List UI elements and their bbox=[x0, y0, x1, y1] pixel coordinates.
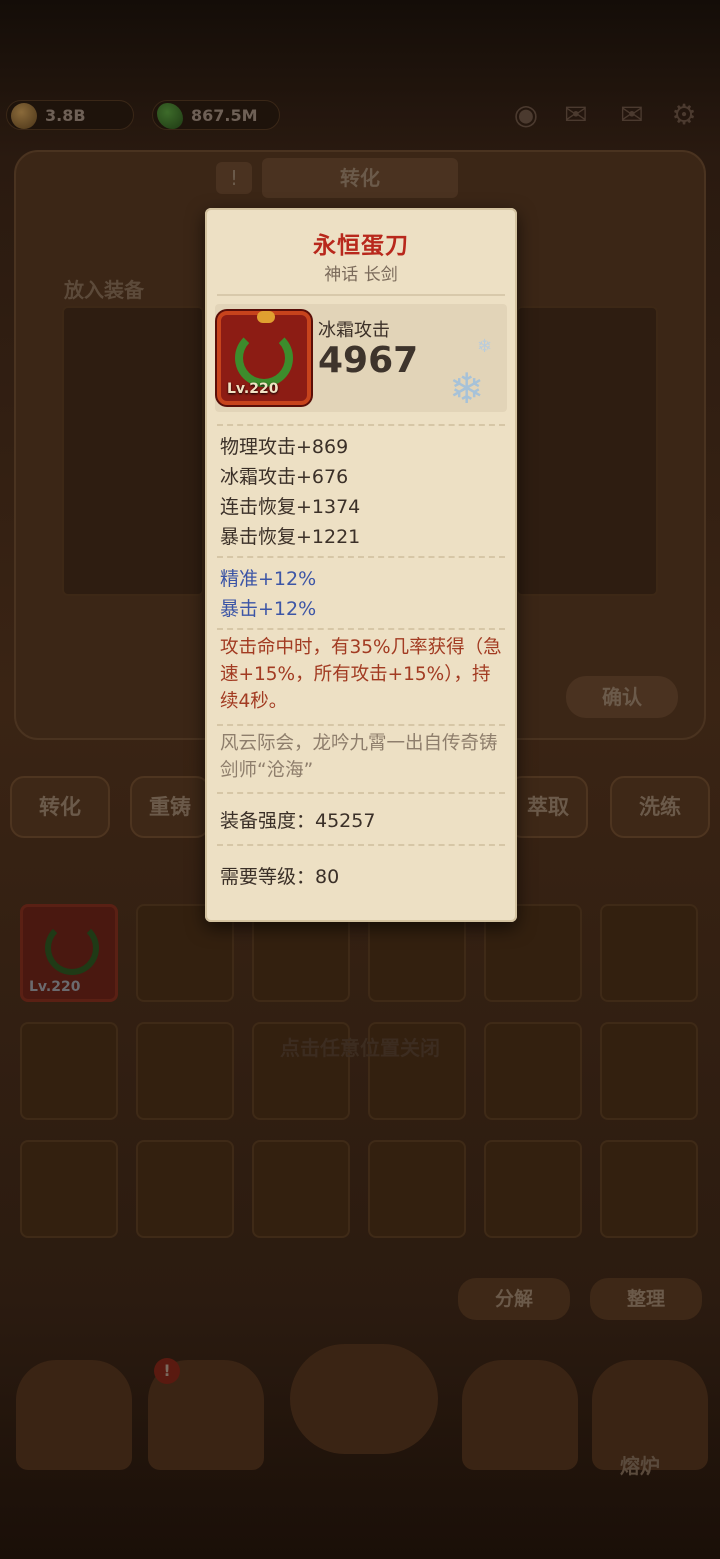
inventory-slot[interactable] bbox=[484, 1140, 582, 1238]
put-equipment-label: 放入装备 bbox=[64, 278, 144, 302]
inventory-slot[interactable] bbox=[20, 1140, 118, 1238]
gold-resource: 3.8B bbox=[6, 100, 134, 130]
snowflake-icon: ❄ bbox=[449, 364, 485, 413]
item-detail-card: 永恒蛋刀 神话 长剑 Lv.220 冰霜攻击 4967 ❄ ❄ 物理攻击+869… bbox=[205, 208, 517, 922]
sort-button[interactable]: 整理 bbox=[590, 1278, 702, 1320]
divider bbox=[217, 556, 505, 558]
stat-line: 物理攻击+869 bbox=[220, 436, 349, 458]
gear-icon[interactable]: ⚙ bbox=[666, 98, 702, 132]
refine-tab-button[interactable]: 洗练 bbox=[610, 776, 710, 838]
bottom-nav bbox=[0, 1340, 720, 1480]
alert-badge: ! bbox=[154, 1358, 180, 1384]
main-stat-name: 冰霜攻击 bbox=[318, 320, 390, 341]
item-type: 神话 长剑 bbox=[324, 265, 398, 285]
item-name: 永恒蛋刀 bbox=[313, 233, 409, 259]
sword-icon bbox=[45, 921, 99, 975]
nav-battle[interactable] bbox=[290, 1344, 438, 1454]
item-level: Lv.220 bbox=[29, 979, 81, 995]
divider bbox=[217, 424, 505, 426]
stat-line: 冰霜攻击+676 bbox=[220, 466, 349, 488]
salvage-button[interactable]: 分解 bbox=[458, 1278, 570, 1320]
inventory-slot[interactable] bbox=[600, 1140, 698, 1238]
gold-amount: 3.8B bbox=[45, 106, 86, 125]
gem-icon bbox=[257, 311, 275, 323]
convert-tab-button[interactable]: 转化 bbox=[10, 776, 110, 838]
main-stat-value: 4967 bbox=[318, 340, 419, 381]
divider bbox=[217, 628, 505, 630]
info-icon[interactable]: ! bbox=[216, 162, 252, 194]
nav-forge-label: 熔炉 bbox=[620, 1454, 660, 1478]
extract-tab-button[interactable]: 萃取 bbox=[508, 776, 588, 838]
coin-icon bbox=[11, 103, 37, 129]
bonus-stat-line: 暴击+12% bbox=[220, 598, 317, 620]
game-screen: 3.8B 867.5M ◉ ✉ ✉ ⚙ ! 转化 放入装备 确认 转化 重铸 萃… bbox=[0, 0, 720, 1559]
chat-icon[interactable]: ✉ bbox=[558, 98, 594, 132]
leaf-amount: 867.5M bbox=[191, 106, 258, 125]
equip-slot-left[interactable] bbox=[62, 306, 204, 596]
inventory-slot[interactable] bbox=[368, 1140, 466, 1238]
potion-icon[interactable]: ◉ bbox=[508, 98, 544, 132]
leaf-icon bbox=[157, 103, 183, 129]
item-level: Lv.220 bbox=[227, 381, 279, 397]
inventory-item[interactable]: Lv.220 bbox=[20, 904, 118, 1002]
equip-slot-right[interactable] bbox=[516, 306, 658, 596]
stat-line: 连击恢复+1374 bbox=[220, 496, 361, 518]
divider bbox=[217, 792, 505, 794]
mail-icon[interactable]: ✉ bbox=[614, 98, 650, 132]
snowflake-icon: ❄ bbox=[477, 336, 493, 357]
sword-icon bbox=[235, 329, 293, 387]
top-bar: 3.8B 867.5M ◉ ✉ ✉ ⚙ bbox=[0, 92, 720, 138]
confirm-button[interactable]: 确认 bbox=[566, 676, 678, 718]
inventory-slot[interactable] bbox=[252, 1140, 350, 1238]
lore-text: 风云际会，龙吟九霄一出自传奇铸剑师“沧海” bbox=[220, 733, 498, 781]
inventory-slot[interactable] bbox=[600, 904, 698, 1002]
inventory-slot[interactable] bbox=[136, 1140, 234, 1238]
equipment-power: 装备强度：45257 bbox=[220, 810, 376, 832]
divider bbox=[217, 724, 505, 726]
reforge-tab-button[interactable]: 重铸 bbox=[130, 776, 210, 838]
special-effect-text: 攻击命中时，有35%几率获得（急速+15%，所有攻击+15%），持续4秒。 bbox=[220, 637, 502, 712]
nav-home[interactable] bbox=[16, 1360, 132, 1470]
stat-line: 暴击恢复+1221 bbox=[220, 526, 361, 548]
leaf-resource: 867.5M bbox=[152, 100, 280, 130]
divider bbox=[217, 294, 505, 296]
close-hint: 点击任意位置关闭 bbox=[280, 1036, 440, 1060]
tab-convert-header: 转化 bbox=[262, 158, 458, 198]
bonus-stat-line: 精准+12% bbox=[220, 568, 317, 590]
nav-treasure[interactable] bbox=[462, 1360, 578, 1470]
required-level: 需要等级：80 bbox=[220, 866, 340, 888]
divider bbox=[217, 844, 505, 846]
item-icon-frame: Lv.220 bbox=[217, 311, 311, 405]
